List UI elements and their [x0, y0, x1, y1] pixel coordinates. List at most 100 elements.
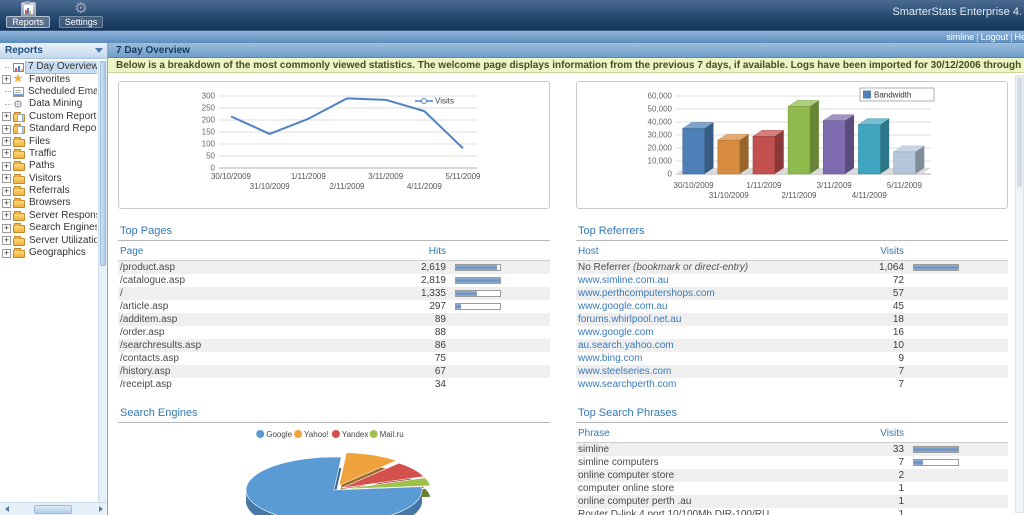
mining-icon — [13, 99, 25, 109]
expand-plus-icon[interactable]: + — [2, 187, 11, 196]
sidebar-item-visitors[interactable]: + Visitors — [2, 173, 97, 185]
notice-text: Below is a breakdown of the most commonl… — [116, 60, 1024, 71]
bandwidth-chart-panel: 010,00020,00030,00040,00050,00060,00030/… — [576, 81, 1008, 209]
content-scrollbar[interactable] — [1015, 75, 1024, 513]
sidebar-item-geographics[interactable]: +Geographics — [2, 247, 97, 259]
svg-text:3/11/2009: 3/11/2009 — [817, 181, 853, 190]
expand-plus-icon[interactable]: + — [2, 162, 11, 171]
row-value: 88 — [386, 327, 446, 338]
folder-icon — [13, 151, 25, 159]
table-row: www.steelseries.com7 — [576, 365, 1008, 378]
expand-plus-icon[interactable]: + — [2, 224, 11, 233]
host-link[interactable]: www.google.com — [576, 327, 844, 338]
sidebar-item-paths[interactable]: + Paths — [2, 160, 97, 172]
host-link[interactable]: www.simline.com.au — [576, 275, 844, 286]
table-row: online computer perth .au1 — [576, 495, 1008, 508]
scrollbar-thumb[interactable] — [34, 505, 72, 514]
expand-plus-icon[interactable]: + — [2, 112, 11, 121]
sidebar-item-label: Favorites — [27, 74, 72, 86]
scrollbar-thumb[interactable] — [1017, 77, 1022, 187]
collapse-arrow-icon[interactable] — [95, 48, 103, 53]
expand-plus-icon[interactable]: + — [2, 211, 11, 220]
row-value: 7 — [844, 366, 904, 377]
host-link[interactable]: www.steelseries.com — [576, 366, 844, 377]
row-label: computer online store — [576, 483, 844, 494]
sidebar-item-files[interactable]: +Files — [2, 135, 97, 147]
row-gauge-cell — [446, 303, 550, 310]
sidebar-item-custom-reports[interactable]: +Custom Reports — [2, 111, 97, 123]
tab-settings-label: Settings — [59, 16, 104, 28]
sidebar-item-traffic[interactable]: +Traffic — [2, 148, 97, 160]
table-row: /catalogue.asp2,819 — [118, 274, 550, 287]
row-label: /product.asp — [118, 262, 386, 273]
host-link[interactable]: au.search.yahoo.com — [576, 340, 844, 351]
username-link[interactable]: simline — [946, 32, 974, 42]
help-link[interactable]: Help — [1014, 32, 1024, 42]
table-header: HostVisits — [576, 242, 1008, 260]
sidebar-item-label: Server Responses — [27, 210, 97, 222]
expand-plus-icon[interactable]: + — [2, 149, 11, 158]
tree-branch — [5, 104, 11, 105]
sidebar-item-data-mining[interactable]: Data Mining — [2, 98, 97, 110]
sidebar-item-referrals[interactable]: +Referrals — [2, 185, 97, 197]
main-panel: 7 Day Overview Below is a breakdown of t… — [108, 43, 1024, 515]
scroll-left-arrow-icon[interactable] — [0, 503, 13, 515]
expand-plus-icon[interactable]: + — [2, 199, 11, 208]
sidebar-item-label: Paths — [27, 160, 57, 172]
row-value: 1,064 — [844, 262, 904, 273]
sidebar-item-scheduled-email-reports[interactable]: Scheduled Email Reports — [2, 86, 97, 98]
table-row: /product.asp2,619 — [118, 261, 550, 274]
row-label: /contacts.asp — [118, 353, 386, 364]
top-navigation-bar: Reports ⚙ Settings SmarterStats Enterpri… — [0, 0, 1024, 30]
row-value: 7 — [844, 379, 904, 390]
expand-plus-icon[interactable]: + — [2, 249, 11, 258]
host-link[interactable]: www.perthcomputershops.com — [576, 288, 844, 299]
tab-settings[interactable]: ⚙ Settings — [56, 0, 106, 30]
section-title: Search Engines — [118, 407, 550, 423]
gear-icon: ⚙ — [74, 1, 87, 15]
host-link[interactable]: forums.whirlpool.net.au — [576, 314, 844, 325]
value-gauge — [455, 290, 501, 297]
sidebar-item-label: Visitors — [27, 173, 64, 185]
sidebar-header[interactable]: Reports — [0, 43, 107, 59]
host-link[interactable]: www.searchperth.com — [576, 379, 844, 390]
sidebar-item-browsers[interactable]: +Browsers — [2, 197, 97, 209]
column-header: Phrase — [576, 428, 844, 439]
row-value: 57 — [844, 288, 904, 299]
tab-reports[interactable]: Reports — [3, 0, 53, 30]
scrollbar-thumb[interactable] — [100, 61, 106, 266]
scroll-right-arrow-icon[interactable] — [94, 503, 107, 515]
row-label: /additem.asp — [118, 314, 386, 325]
logout-link[interactable]: Logout — [981, 32, 1009, 42]
sidebar-vertical-scrollbar[interactable] — [98, 61, 107, 502]
content-area: 05010015020025030030/10/200931/10/20091/… — [108, 73, 1024, 515]
host-link[interactable]: www.google.com.au — [576, 301, 844, 312]
expand-plus-icon[interactable]: + — [2, 75, 11, 84]
expand-plus-icon[interactable]: + — [2, 174, 11, 183]
host-link[interactable]: www.bing.com — [576, 353, 844, 364]
visits-line-chart: 05010015020025030030/10/200931/10/20091/… — [183, 84, 485, 207]
sidebar-item-search-engines[interactable]: +Search Engines — [2, 222, 97, 234]
scrollbar-track[interactable] — [13, 505, 94, 514]
search-engines-section: Search Engines GoogleYahoo!YandexMail.ru — [118, 407, 550, 515]
visits-chart-panel: 05010015020025030030/10/200931/10/20091/… — [118, 81, 550, 209]
tree-branch — [5, 67, 11, 68]
report-folder-icon — [13, 114, 25, 122]
section-title: Top Referrers — [576, 225, 1008, 241]
sidebar-item-favorites[interactable]: + Favorites — [2, 73, 97, 85]
sidebar-header-label: Reports — [5, 45, 43, 56]
email-report-icon — [13, 87, 24, 97]
sidebar-item-label: Server Utilization — [27, 235, 97, 247]
sidebar-horizontal-scrollbar[interactable] — [0, 502, 107, 515]
sidebar-item-server-responses[interactable]: + Server Responses — [2, 210, 97, 222]
sidebar-item-server-utilization[interactable]: + Server Utilization — [2, 234, 97, 246]
expand-plus-icon[interactable]: + — [2, 137, 11, 146]
table-row: No Referrer (bookmark or direct-entry)1,… — [576, 261, 1008, 274]
sidebar-item-7-day-overview[interactable]: 7 Day Overview — [2, 61, 97, 73]
svg-text:10,000: 10,000 — [648, 156, 673, 165]
expand-plus-icon[interactable]: + — [2, 125, 11, 134]
expand-plus-icon[interactable]: + — [2, 236, 11, 245]
sidebar-item-standard-reports[interactable]: +Standard Reports — [2, 123, 97, 135]
table-row: online computer store2 — [576, 469, 1008, 482]
section-title: Top Search Phrases — [576, 407, 1008, 423]
